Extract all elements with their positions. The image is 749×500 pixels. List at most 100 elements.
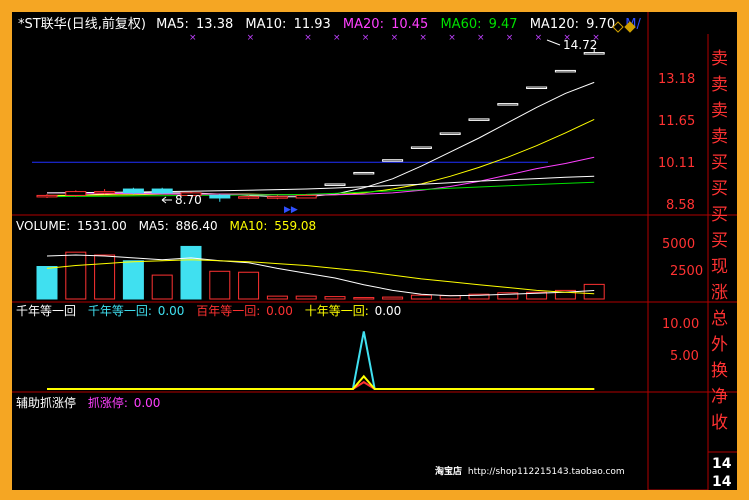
indicator-tick-2: 5.00 [670,349,699,364]
volume-axis: 5000 2500 [662,237,703,279]
candle-body [439,132,461,135]
signal-marker: × [506,33,514,43]
volume-bar [36,266,58,300]
volume-bar [410,294,432,300]
volume-bar [94,254,116,300]
volume-bar [382,296,404,300]
side-item: 外 [711,335,728,355]
candle-body [238,196,260,199]
corner-box [647,391,709,490]
price-tick-1: 13.18 [658,72,695,87]
signal-marker: × [304,33,312,43]
svg-text:辅助抓涨停 抓涨停: 0.00: 辅助抓涨停 抓涨停: 0.00 [16,395,160,410]
volume-panel[interactable] [36,245,605,300]
side-bottom-value: 14 [712,474,732,490]
side-item: 收 [711,413,728,433]
candle-body [468,118,490,121]
indicator-value-3: 0.00 [375,304,402,318]
candle-body [209,194,231,199]
candle-body [410,146,432,149]
candle-body [583,52,605,55]
volume-bar [353,297,375,300]
volume-bar [65,251,87,300]
volume-bar [324,296,346,300]
candle-body [295,194,317,199]
indicator-panel[interactable] [47,331,595,390]
ma120-label: MA120: [530,17,579,32]
volume-ma5-label: MA5: [139,219,169,233]
candle-body [526,86,548,90]
signal-marker: × [391,33,399,43]
indicator-line-2 [47,380,595,390]
watermark-url: http://shop112215143.taobao.com [468,467,625,477]
chart-window: *ST联华(日线,前复权) MA5: 13.38 MA10: 11.93 MA2… [12,12,737,490]
side-item: 卖 [711,101,728,121]
volume-tick-1: 5000 [662,237,695,252]
ma10-label: MA10: [245,17,286,32]
candle-body [353,171,375,175]
ma10-value: 11.93 [294,17,331,32]
candle-body [324,183,346,186]
candle-body [122,188,144,194]
volume-bar [266,295,288,300]
side-item: 总 [711,309,728,329]
aux-label: 抓涨停: [88,395,128,410]
ma5-value: 13.38 [196,17,233,32]
watermark-shop: 淘宝店 [435,465,462,477]
side-bottom-value: 14 [712,456,732,472]
indicator-label-3: 十年等一回: [305,304,369,318]
side-item: 买 [711,179,728,199]
candle-body [36,194,58,198]
side-item: 涨 [711,283,728,303]
side-item: 现 [711,257,728,277]
volume-ma5-value: 886.40 [176,219,218,233]
indicator-value-1: 0.00 [158,304,185,318]
volume-bar [180,245,202,300]
candle-body [94,191,116,194]
side-item: 买 [711,205,728,225]
ma-line-ma10 [47,118,595,196]
signal-marker: × [189,33,197,43]
stock-chart[interactable]: *ST联华(日线,前复权) MA5: 13.38 MA10: 11.93 MA2… [12,12,737,490]
candle-body [151,188,173,194]
candle-body [65,191,87,196]
indicator-label-1: 千年等一回: [88,304,152,318]
side-item: 净 [711,387,728,407]
side-item: 买 [711,231,728,251]
cursor-marker-icon: ▶▶ [284,205,298,215]
price-panel[interactable] [32,48,605,202]
ma60-label: MA60: [440,17,481,32]
volume-tick-2: 2500 [670,264,703,279]
candle-body [554,69,576,73]
chart-title: *ST联华(日线,前复权) [18,16,146,32]
signal-marker: × [535,33,543,43]
signal-marker: × [362,33,370,43]
aux-value: 0.00 [134,396,161,410]
signal-marker: × [477,33,485,43]
volume-value: 1531.00 [77,219,127,233]
side-panel: 卖 卖 卖 卖 买 买 买 买 现 涨 总 外 换 净 收 14 14 [711,49,732,490]
price-tick-3: 10.11 [658,156,695,171]
signal-markers: × × × × × × × × × × × × × [189,33,600,43]
price-axis: 13.18 11.65 10.11 8.58 [658,72,695,213]
svg-text:淘宝店 http://shop112215143.t: 淘宝店 http://shop112215143.taobao.com [435,465,625,477]
svg-text:*ST联华(日线,前复权) MA5: 13.: *ST联华(日线,前复权) MA5: 13.38 MA10: 11.93 MA2… [18,16,641,32]
indicator-title: 千年等一回 [16,304,76,318]
volume-bar [238,271,260,300]
candle-body [266,196,288,199]
high-price-label: 14.72 [563,38,597,52]
volume-bar [295,295,317,300]
signal-marker: × [247,33,255,43]
svg-text:VOLUME: 1531.00 MA5:: VOLUME: 1531.00 MA5: 886.40 MA10: 559.08 [16,219,316,233]
ma5-label: MA5: [156,17,189,32]
side-item: 卖 [711,49,728,69]
ma60-value: 9.47 [489,17,518,32]
indicator-value-2: 0.00 [266,304,293,318]
signal-marker: × [448,33,456,43]
indicator-label-2: 百年等一回: [196,304,260,318]
signal-marker: × [419,33,427,43]
indicator-tick-1: 10.00 [662,317,699,332]
panel-grid [12,12,737,490]
volume-bar [583,283,605,300]
svg-text:千年等一回 千年等一回: 0.00: 千年等一回 千年等一回: 0.00 百年等一回: 0.00 十年等一回: 0.0… [16,304,401,318]
